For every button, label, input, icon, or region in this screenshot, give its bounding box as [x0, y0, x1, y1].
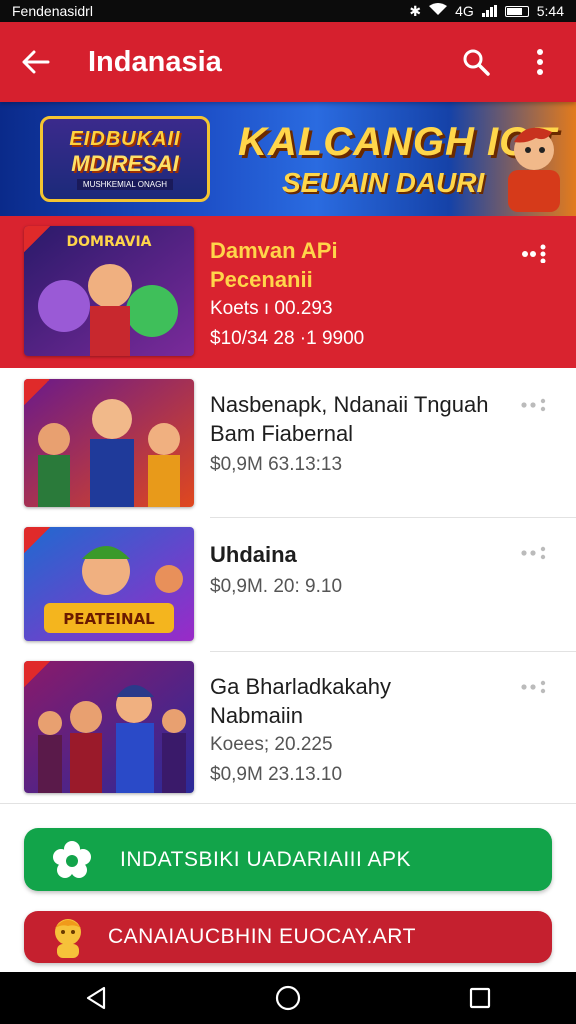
back-triangle-icon — [86, 986, 106, 1010]
item-price: $0,9M 63.13:13 — [210, 454, 343, 475]
more-icon — [521, 680, 546, 694]
app-bar: Indanasia — [0, 22, 576, 102]
nav-recents-button[interactable] — [450, 972, 510, 1024]
signal-icon — [481, 5, 497, 17]
download-apk-label: INDATSBIKI UADARIAIII APK — [120, 847, 412, 871]
more-icon — [521, 398, 546, 412]
list-item-featured[interactable]: DOMRAVIA Damvan APi Pecenanii Koets ı 00… — [0, 216, 576, 368]
banner-logo-line3: MUSHKEMIAL ONAGH — [76, 179, 174, 190]
back-arrow-icon — [22, 50, 50, 74]
status-icons: ✱ 4G 5:44 — [409, 3, 564, 20]
carrier-label: Fendenasidrl — [12, 3, 93, 19]
download-apk-button[interactable]: INDATSBIKI UADARIAIII APK — [24, 828, 552, 891]
item-meta: Koets ı 00.293 — [210, 298, 333, 319]
section-divider — [0, 803, 576, 804]
search-button[interactable] — [454, 40, 498, 84]
item-more-button[interactable] — [516, 240, 552, 266]
banner-logo-line2: MDIRESAI — [71, 151, 179, 176]
svg-text:DOMRAVIA: DOMRAVIA — [67, 234, 152, 250]
page-title: Indanasia — [88, 45, 222, 78]
banner-hero-illustration — [508, 127, 560, 212]
more-icon — [522, 244, 546, 263]
item-thumbnail — [24, 661, 194, 793]
list-item[interactable]: PEATEINAL Uhdaina $0,9M. 20: 9.10 — [0, 518, 576, 652]
item-meta: Koees; 20.225 — [210, 734, 333, 755]
battery-icon — [504, 5, 529, 17]
item-thumbnail: DOMRAVIA — [24, 226, 194, 356]
network-type-label: 4G — [455, 3, 474, 19]
promo-banner[interactable]: EIDBUKAII MDIRESAI MUSHKEMIAL ONAGH KALC… — [0, 102, 576, 216]
clock: 5:44 — [536, 3, 564, 19]
item-title-line: Uhdaina — [210, 542, 297, 567]
item-title-line: Damvan APi — [210, 238, 338, 263]
search-icon — [463, 49, 490, 76]
item-thumbnail: PEATEINAL — [24, 527, 194, 641]
item-price: $10/34 28 ·1 9900 — [210, 328, 365, 349]
list-item[interactable]: Nasbenapk, Ndanaii Tnguah Bam Fiabernal … — [0, 368, 576, 518]
banner-logo-line1: EIDBUKAII — [69, 128, 181, 150]
item-price: $0,9M 23.13.10 — [210, 764, 343, 785]
bluetooth-icon: ✱ — [409, 2, 422, 19]
secondary-action-label: CANAIAUCBHIN EUOCAY.ART — [108, 925, 416, 948]
more-vert-icon — [537, 49, 543, 75]
item-info: Nasbenapk, Ndanaii Tnguah Bam Fiabernal … — [210, 390, 488, 480]
item-title-line: Pecenanii — [210, 267, 313, 292]
banner-game-logo: EIDBUKAII MDIRESAI MUSHKEMIAL ONAGH — [40, 116, 210, 202]
item-info: Ga Bharladkakahy Nabmaiin Koees; 20.225 … — [210, 672, 391, 790]
more-icon — [521, 546, 546, 560]
item-more-button[interactable] — [516, 540, 552, 566]
item-thumbnail — [24, 379, 194, 507]
character-icon — [42, 911, 94, 963]
wifi-icon — [429, 3, 448, 19]
overflow-menu-button[interactable] — [518, 40, 562, 84]
secondary-action-button[interactable]: CANAIAUCBHIN EUOCAY.ART — [24, 911, 552, 963]
system-nav-bar — [0, 972, 576, 1024]
item-title-line: Bam Fiabernal — [210, 421, 354, 446]
item-more-button[interactable] — [516, 674, 552, 700]
back-button[interactable] — [14, 40, 58, 84]
status-bar: Fendenasidrl ✱ 4G 5:44 — [0, 0, 576, 22]
item-info: Uhdaina $0,9M. 20: 9.10 — [210, 540, 342, 602]
home-circle-icon — [275, 985, 301, 1011]
item-more-button[interactable] — [516, 392, 552, 418]
recents-square-icon — [469, 987, 491, 1009]
nav-home-button[interactable] — [258, 972, 318, 1024]
item-info: Damvan APi Pecenanii Koets ı 00.293 $10/… — [210, 236, 364, 354]
svg-text:PEATEINAL: PEATEINAL — [63, 610, 155, 628]
banner-subline: SEUAIN DAURI — [282, 167, 485, 198]
nav-back-button[interactable] — [66, 972, 126, 1024]
list-item[interactable]: Ga Bharladkakahy Nabmaiin Koees; 20.225 … — [0, 652, 576, 802]
item-title-line: Nabmaiin — [210, 703, 303, 728]
item-title-line: Ga Bharladkakahy — [210, 674, 391, 699]
flower-icon — [46, 834, 98, 886]
item-price: $0,9M. 20: 9.10 — [210, 576, 343, 597]
item-title-line: Nasbenapk, Ndanaii Tnguah — [210, 392, 489, 417]
